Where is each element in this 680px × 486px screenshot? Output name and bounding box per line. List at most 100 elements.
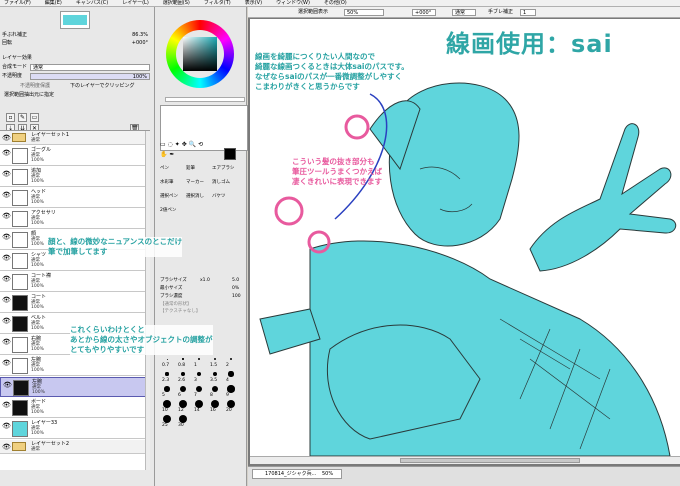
layer-row[interactable]: 👁 コート 通常 100% [0, 293, 150, 313]
layer-row[interactable]: 👁 コート襟 通常 100% [0, 272, 150, 292]
visibility-eye-icon[interactable]: 👁 [2, 234, 11, 241]
layer-row-selected[interactable]: 👁 左腕 通常 100% [0, 377, 150, 397]
brush-shape-select[interactable]: 【通常の形状】 [160, 302, 192, 307]
layer-row[interactable]: 👁 追加 通常 100% [0, 167, 150, 187]
menu-item[interactable]: 表示(V) [245, 0, 262, 6]
tool-tab[interactable]: バケツ [212, 194, 226, 199]
rotate-icon[interactable]: ⟲ [198, 141, 203, 148]
visibility-eye-icon[interactable]: 👁 [2, 213, 11, 220]
tool-tab[interactable]: 選択ペン [160, 194, 178, 199]
visibility-eye-icon[interactable]: 👁 [2, 135, 11, 142]
tool-tab[interactable]: 消しゴム [212, 180, 230, 185]
visibility-eye-icon[interactable]: 👁 [2, 360, 11, 367]
layer-row[interactable]: 👁 ヘッド 通常 100% [0, 188, 150, 208]
brush-size-preset[interactable]: 12 [176, 400, 191, 414]
move-icon[interactable]: ✥ [182, 141, 187, 148]
visibility-eye-icon[interactable]: 👁 [2, 255, 11, 262]
visibility-eye-icon[interactable]: 👁 [2, 402, 11, 409]
brush-size-preset[interactable]: 20 [224, 400, 239, 414]
rotation-field[interactable]: +000° [412, 9, 436, 16]
color-slider[interactable] [165, 97, 245, 102]
tool-tab[interactable]: ペン [160, 166, 169, 171]
visibility-eye-icon[interactable]: 👁 [2, 423, 11, 430]
brush-size-preset[interactable]: 2 [224, 355, 239, 369]
layer-list-scrollbar[interactable] [145, 131, 150, 470]
brush-size-preset[interactable]: 1 [192, 355, 207, 369]
brush-density-value[interactable]: 100 [232, 294, 241, 299]
menu-item[interactable]: キャンバス(C) [76, 0, 108, 6]
brush-size-preset[interactable]: 7 [192, 385, 207, 399]
tool-tab[interactable]: エアブラシ [212, 166, 234, 171]
brush-size-preset[interactable]: 1.5 [208, 355, 223, 369]
new-folder-button[interactable]: ▭ [30, 113, 39, 122]
layer-row[interactable]: 👁 ボード 通常 100% [0, 398, 150, 418]
hand-prop-value[interactable]: 86.3% [132, 32, 148, 39]
visibility-eye-icon[interactable]: 👁 [2, 318, 11, 325]
brush-size-value[interactable]: 5.0 [232, 278, 239, 283]
brush-size-multiplier[interactable]: x1.0 [200, 278, 210, 283]
layer-row[interactable]: 👁 レイヤー33 通常 100% [0, 419, 150, 439]
tool-tab[interactable]: 選択消し [186, 194, 204, 199]
saturation-value-square[interactable] [183, 37, 217, 71]
visibility-eye-icon[interactable]: 👁 [2, 171, 11, 178]
document-tab[interactable]: 170814_ジシャク兵... 50% [252, 469, 342, 479]
selection-visible-checkbox[interactable]: 選択範囲表示 [298, 7, 328, 18]
eyedropper-icon[interactable]: ✒ [169, 151, 174, 158]
layer-row[interactable]: 👁 ゴーグル 通常 100% [0, 146, 150, 166]
brush-size-preset[interactable]: 6 [176, 385, 191, 399]
new-linework-layer-button[interactable]: ✎ [18, 113, 27, 122]
menu-item[interactable]: レイヤー(L) [122, 0, 149, 6]
visibility-eye-icon[interactable]: 👁 [3, 382, 12, 389]
brush-size-preset[interactable]: 0.8 [176, 355, 191, 369]
opacity-slider[interactable]: 100% [30, 73, 150, 80]
brush-size-preset[interactable]: 10 [160, 400, 175, 414]
clipping-checkbox[interactable]: 下のレイヤーでクリッピング [70, 83, 135, 90]
layer-row[interactable]: 👁 レイヤーセット2 通常 [0, 440, 150, 454]
scroll-thumb[interactable] [400, 458, 580, 463]
brush-size-preset[interactable]: 14 [192, 400, 207, 414]
brush-size-preset[interactable]: 3 [192, 370, 207, 384]
menu-item[interactable]: ウィンドウ(W) [276, 0, 310, 6]
visibility-eye-icon[interactable]: 👁 [2, 150, 11, 157]
hand-icon[interactable]: ✋ [160, 151, 167, 158]
brush-size-preset[interactable]: 4 [224, 370, 239, 384]
menu-item[interactable]: フィルタ(T) [204, 0, 231, 6]
canvas-mode-select[interactable]: 通常 [452, 9, 476, 16]
stabilizer-field[interactable]: 1 [520, 9, 536, 16]
protect-opacity-checkbox[interactable]: 不透明度保護 [20, 83, 50, 90]
new-layer-button[interactable]: ▫ [6, 113, 15, 122]
canvas-horizontal-scrollbar[interactable] [250, 456, 680, 464]
tool-tab[interactable]: マーカー [186, 180, 204, 185]
tool-tab[interactable]: 水彩筆 [160, 180, 174, 185]
brush-size-preset[interactable]: 30 [176, 415, 191, 429]
brush-size-preset[interactable]: 16 [208, 400, 223, 414]
angle-value[interactable]: +000° [132, 40, 148, 47]
visibility-eye-icon[interactable]: 👁 [2, 297, 11, 304]
blend-mode-select[interactable]: 通常 [30, 64, 150, 71]
lasso-icon[interactable]: ◌ [168, 141, 173, 148]
layer-effect-label[interactable]: レイヤー効果 [2, 55, 32, 62]
layer-row[interactable]: 👁 レイヤーセット1 通常 [0, 131, 150, 145]
min-size-value[interactable]: 0% [232, 286, 239, 291]
brush-size-preset[interactable]: 2.6 [176, 370, 191, 384]
menu-item[interactable]: その他(O) [324, 0, 347, 6]
layer-row[interactable]: 👁 アクセサリ 通常 100% [0, 209, 150, 229]
brush-size-preset[interactable]: 5 [160, 385, 175, 399]
navigator-thumbnail[interactable] [60, 11, 90, 29]
menu-item[interactable]: ファイル(F) [4, 0, 31, 6]
tool-tab[interactable]: 鉛筆 [186, 166, 195, 171]
tool-tab[interactable]: 2値ペン [160, 208, 176, 213]
visibility-eye-icon[interactable]: 👁 [2, 339, 11, 346]
brush-size-preset[interactable]: 9 [224, 385, 239, 399]
layer-row[interactable]: 👁 左腕 通常 100% [0, 356, 150, 376]
brush-texture-select[interactable]: 【テクスチャなし】 [160, 309, 200, 314]
magic-wand-icon[interactable]: ✦ [175, 141, 180, 148]
visibility-eye-icon[interactable]: 👁 [2, 192, 11, 199]
visibility-eye-icon[interactable]: 👁 [2, 276, 11, 283]
brush-size-preset[interactable]: 25 [160, 415, 175, 429]
brush-size-preset[interactable]: 8 [208, 385, 223, 399]
brush-size-preset[interactable]: 3.5 [208, 370, 223, 384]
selection-source-checkbox[interactable]: 選択範囲抽出元に指定 [4, 92, 54, 99]
brush-size-preset[interactable]: 0.7 [160, 355, 175, 369]
zoom-field[interactable]: 50% [344, 9, 384, 16]
